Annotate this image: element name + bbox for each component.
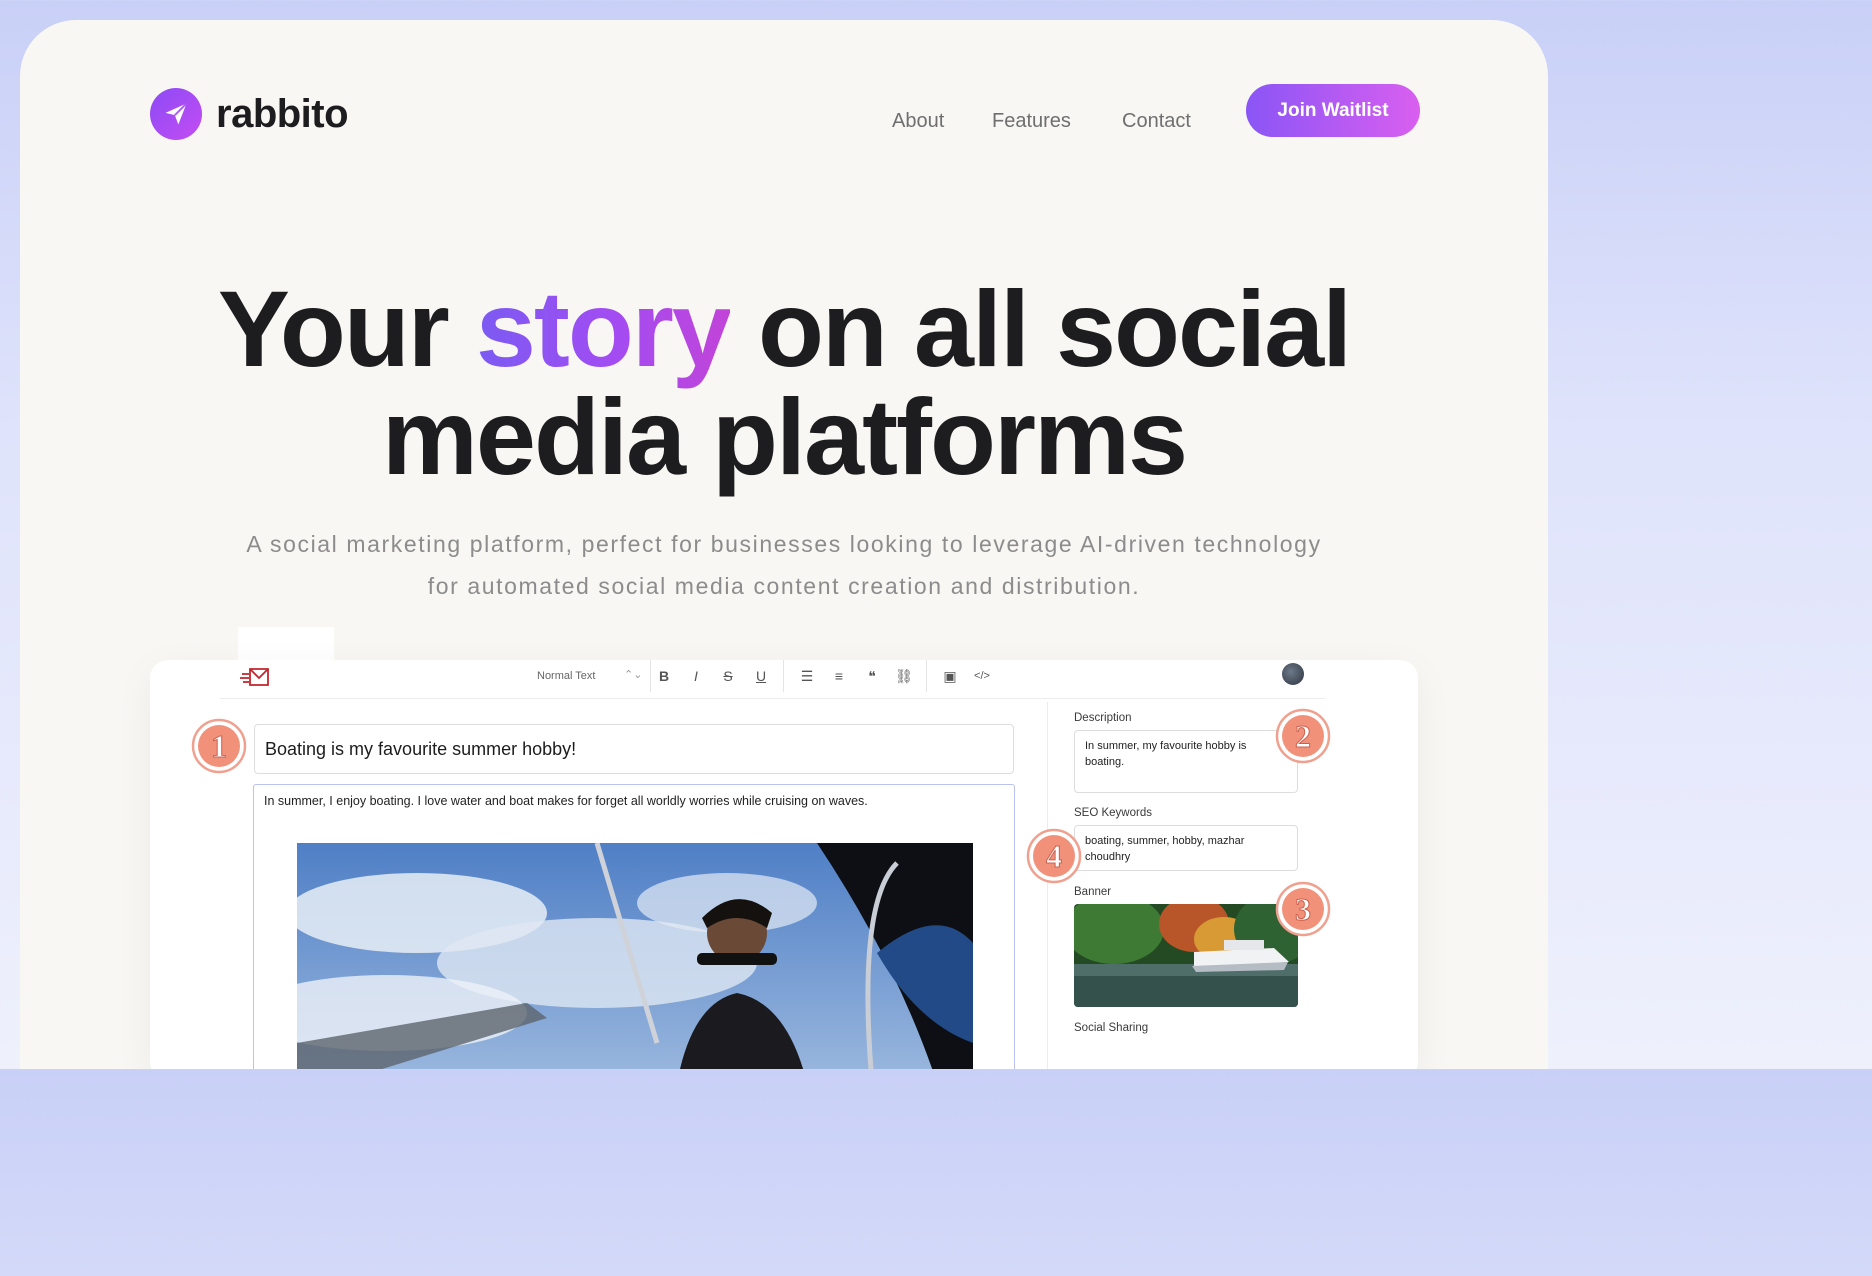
editor-preview: Normal Text ⌃⌄ B I S U ☰ ≡ ❝ ⛓ ▣ </> Boa…	[150, 660, 1418, 1069]
panel-divider	[1047, 702, 1048, 1069]
step-badge-1: 1	[191, 718, 247, 774]
hero-title-part1: Your	[217, 268, 476, 389]
bold-icon[interactable]: B	[654, 666, 674, 686]
paper-plane-icon	[150, 88, 202, 140]
post-body-editor[interactable]: In summer, I enjoy boating. I love water…	[253, 784, 1015, 1069]
seo-keywords-label: SEO Keywords	[1074, 807, 1152, 819]
editor-toolbar: Normal Text ⌃⌄ B I S U ☰ ≡ ❝ ⛓ ▣ </>	[220, 660, 1325, 699]
banner-label: Banner	[1074, 886, 1112, 898]
step-badge-3: 3	[1275, 881, 1331, 937]
italic-icon[interactable]: I	[686, 666, 706, 686]
avatar[interactable]	[1282, 663, 1304, 685]
image-icon[interactable]: ▣	[940, 666, 960, 686]
seo-keywords-field[interactable]: boating, summer, hobby, mazhar choudhry	[1074, 825, 1298, 871]
svg-text:1: 1	[211, 728, 227, 764]
chevron-up-down-icon[interactable]: ⌃⌄	[624, 668, 642, 681]
join-waitlist-button[interactable]: Join Waitlist	[1246, 84, 1420, 137]
underline-icon[interactable]: U	[751, 666, 771, 686]
editor-logo-icon	[240, 666, 270, 693]
bullet-list-icon[interactable]: ☰	[797, 666, 817, 686]
hero-subtitle: A social marketing platform, perfect for…	[170, 523, 1398, 607]
social-sharing-label: Social Sharing	[1074, 1022, 1149, 1034]
hero-title: Your story on all social media platforms	[20, 275, 1548, 491]
post-title-input[interactable]: Boating is my favourite summer hobby!	[254, 724, 1014, 774]
hero-title-line2: media platforms	[381, 376, 1188, 497]
preview-tab	[238, 627, 334, 663]
hero-subtitle-line2: for automated social media content creat…	[427, 573, 1141, 599]
svg-text:2: 2	[1295, 718, 1311, 754]
svg-text:4: 4	[1046, 838, 1062, 874]
toolbar-divider	[650, 660, 651, 692]
link-icon[interactable]: ⛓	[894, 666, 914, 686]
post-photo	[297, 843, 973, 1069]
hero-subtitle-line1: A social marketing platform, perfect for…	[246, 531, 1322, 557]
banner-image[interactable]	[1074, 904, 1298, 1007]
nav-link-features[interactable]: Features	[992, 110, 1071, 133]
post-body-text: In summer, I enjoy boating. I love water…	[264, 794, 868, 808]
brand-name: rabbito	[216, 91, 349, 136]
nav-link-about[interactable]: About	[892, 110, 944, 133]
hero-title-accent: story	[475, 268, 732, 389]
page-frame: rabbito About Features Contact Join Wait…	[20, 20, 1548, 1069]
brand-logo[interactable]: rabbito	[150, 88, 349, 140]
step-badge-4: 4	[1026, 828, 1082, 884]
description-field[interactable]: In summer, my favourite hobby is boating…	[1074, 730, 1298, 793]
quote-icon[interactable]: ❝	[862, 666, 882, 686]
step-badge-2: 2	[1275, 708, 1331, 764]
code-icon[interactable]: </>	[972, 666, 992, 686]
nav-link-contact[interactable]: Contact	[1122, 110, 1191, 133]
description-label: Description	[1074, 712, 1132, 724]
strikethrough-icon[interactable]: S	[718, 666, 738, 686]
hero-title-part2: on all social	[729, 268, 1352, 389]
toolbar-divider	[926, 660, 927, 692]
text-style-select[interactable]: Normal Text	[537, 670, 595, 682]
svg-text:3: 3	[1295, 891, 1311, 927]
numbered-list-icon[interactable]: ≡	[829, 666, 849, 686]
toolbar-divider	[783, 660, 784, 692]
